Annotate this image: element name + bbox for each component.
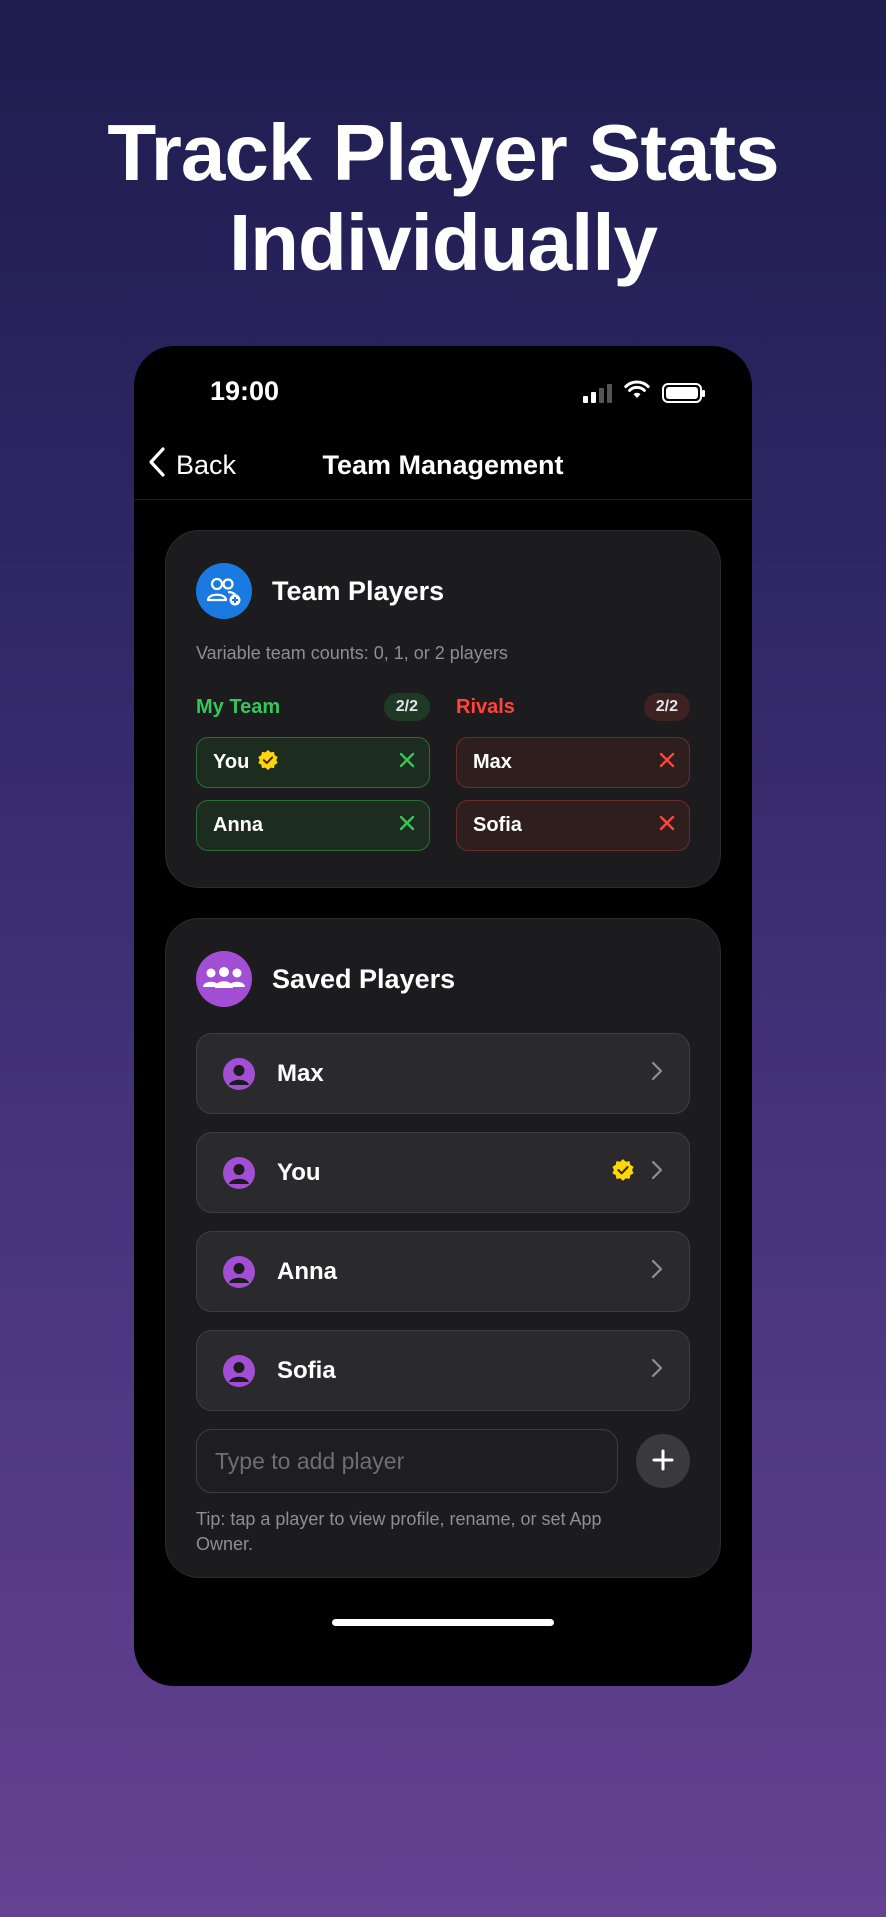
rivals-count-badge: 2/2 (643, 693, 690, 721)
tip-text: Tip: tap a player to view profile, renam… (196, 1509, 602, 1554)
saved-players-card: Saved Players Max You Anna Sofia Type to… (165, 918, 721, 1578)
chip-player-name: Anna (213, 814, 263, 836)
saved-players-header: Saved Players (196, 951, 455, 1007)
back-chevron-icon (148, 446, 166, 485)
saved-player-name: Anna (277, 1257, 337, 1285)
headline-line-1: Track Player Stats (107, 108, 779, 197)
team-chip-you[interactable]: You (196, 737, 430, 788)
person-icon (223, 1057, 255, 1090)
headline-line-2: Individually (228, 198, 658, 287)
person-icon (223, 1255, 255, 1288)
rival-chip-max[interactable]: Max (456, 737, 690, 788)
saved-player-row-sofia[interactable]: Sofia (196, 1330, 690, 1411)
saved-player-row-anna[interactable]: Anna (196, 1231, 690, 1312)
status-bar: 19:00 (134, 346, 752, 436)
rivals-column: Rivals 2/2 Max Sofia (456, 691, 690, 863)
remove-x-icon[interactable] (659, 814, 675, 837)
remove-x-icon[interactable] (399, 751, 415, 774)
chevron-right-icon (651, 1358, 663, 1383)
remove-x-icon[interactable] (399, 814, 415, 837)
battery-icon (662, 382, 705, 403)
signal-icon (583, 383, 612, 403)
saved-player-name: Max (277, 1059, 324, 1087)
team-counts-note: Variable team counts: 0, 1, or 2 players (196, 643, 508, 663)
rivals-label: Rivals (456, 695, 515, 718)
team-add-icon (196, 563, 252, 619)
wifi-icon (624, 380, 650, 405)
saved-player-row-you[interactable]: You (196, 1132, 690, 1213)
verified-badge-icon (611, 1158, 635, 1187)
my-team-column: My Team 2/2 You Anna (196, 691, 430, 863)
status-icons (583, 380, 705, 405)
add-player-button[interactable] (636, 1434, 690, 1488)
navigation-bar: Back Team Management (134, 436, 752, 500)
chevron-right-icon (651, 1061, 663, 1086)
status-time: 19:00 (210, 376, 280, 406)
group-icon (196, 951, 252, 1007)
saved-player-row-max[interactable]: Max (196, 1033, 690, 1114)
home-indicator[interactable] (332, 1619, 554, 1626)
team-chip-anna[interactable]: Anna (196, 800, 430, 851)
saved-player-name: You (277, 1158, 321, 1186)
chip-player-name: Max (473, 751, 512, 773)
plus-icon (651, 1448, 675, 1475)
team-players-header: Team Players (196, 563, 444, 619)
back-button[interactable]: Back (148, 446, 236, 485)
chip-player-name: Sofia (473, 814, 522, 836)
verified-badge-icon (257, 749, 279, 777)
rival-chip-sofia[interactable]: Sofia (456, 800, 690, 851)
my-team-count-badge: 2/2 (383, 693, 430, 721)
add-player-input[interactable] (196, 1429, 618, 1493)
saved-player-name: Sofia (277, 1356, 336, 1384)
my-team-label: My Team (196, 695, 281, 718)
headline: Track Player Stats Individually (0, 108, 886, 288)
person-icon (223, 1354, 255, 1387)
remove-x-icon[interactable] (659, 751, 675, 774)
saved-players-title: Saved Players (272, 963, 456, 994)
phone-screen: 19:00 Back Team Management Team Players (134, 346, 752, 1686)
back-label: Back (176, 450, 237, 480)
chevron-right-icon (651, 1259, 663, 1284)
chevron-right-icon (651, 1160, 663, 1185)
person-icon (223, 1156, 255, 1189)
team-players-title: Team Players (272, 575, 445, 606)
chip-player-name: You (213, 751, 250, 773)
team-players-card: Team Players Variable team counts: 0, 1,… (165, 530, 721, 888)
